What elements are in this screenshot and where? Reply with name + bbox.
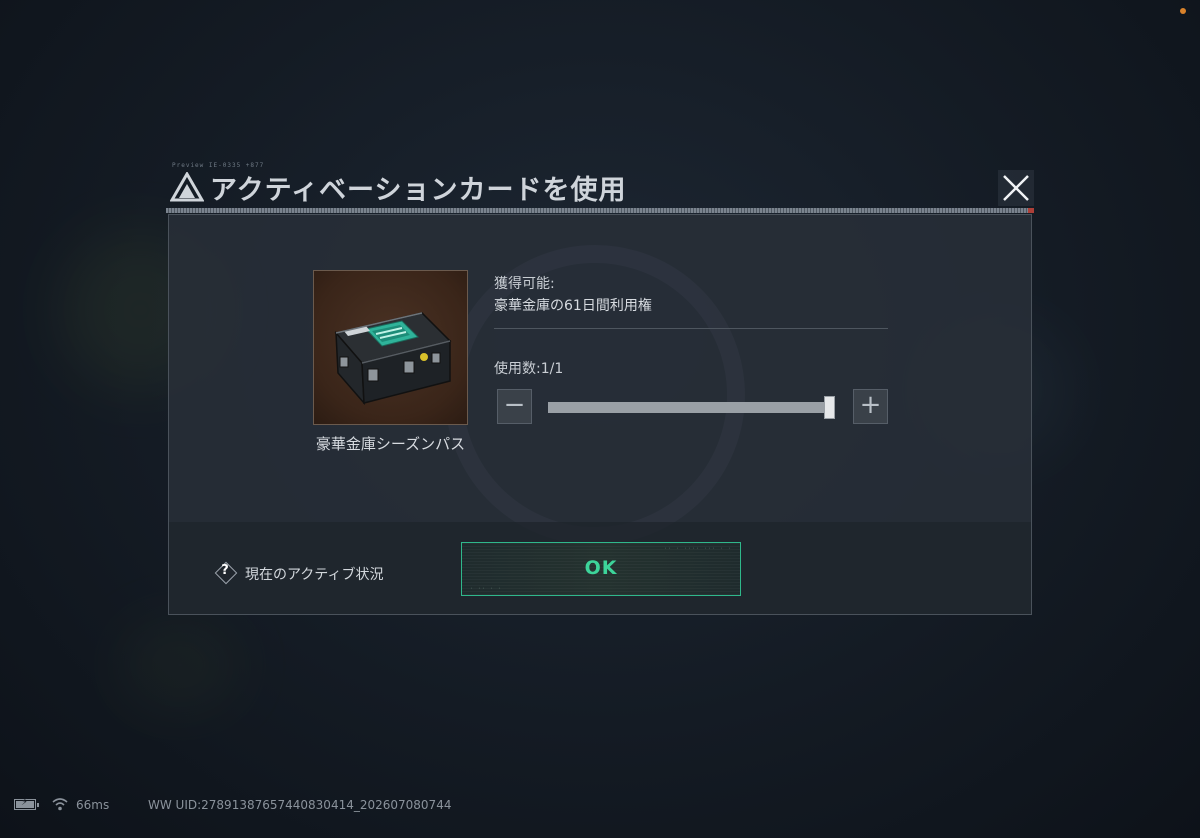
- logo-icon: [170, 172, 204, 202]
- obtainable-label: 獲得可能:: [494, 276, 555, 292]
- vault-case-icon: [334, 312, 452, 406]
- close-icon[interactable]: [998, 170, 1034, 206]
- info-divider: [494, 328, 888, 329]
- ping-readout: 66ms: [76, 798, 110, 812]
- background-glow: [120, 620, 240, 710]
- reward-text: 豪華金庫の61日間利用権: [494, 298, 652, 314]
- ok-tag: · ·· · ·: [470, 586, 503, 592]
- slider-thumb[interactable]: [824, 396, 835, 419]
- activation-dialog: 豪華金庫シーズンパス 獲得可能: 豪華金庫の61日間利用権 使用数:1/1 − …: [168, 214, 1032, 615]
- increase-button[interactable]: +: [853, 389, 888, 424]
- slider-fill: [548, 402, 830, 413]
- user-uid: WW UID:27891387657440830414_202607080744: [148, 798, 452, 812]
- dialog-title: アクティベーションカードを使用: [210, 175, 627, 206]
- background-emblem: [445, 245, 745, 545]
- usage-count-label: 使用数:1/1: [494, 361, 564, 377]
- battery-icon: ⚡: [14, 797, 39, 810]
- quantity-slider[interactable]: [548, 396, 835, 419]
- ok-label: OK: [584, 557, 618, 579]
- dialog-header: Preview IE-0335 +877 アクティベーションカードを使用: [166, 162, 1036, 212]
- help-text: 現在のアクティブ状況: [245, 567, 384, 583]
- item-image-frame: [313, 270, 468, 425]
- wifi-icon: [52, 798, 68, 811]
- title-divider: [166, 208, 1034, 213]
- ok-button[interactable]: ·· · ···· ··· · · · ·· · · OK: [461, 542, 741, 596]
- item-name: 豪華金庫シーズンパス: [315, 435, 466, 453]
- decrease-button[interactable]: −: [497, 389, 532, 424]
- notification-dot: [1180, 8, 1186, 14]
- ok-tag: ·· · ···· ··· · ·: [663, 546, 732, 552]
- help-icon: ?: [214, 561, 238, 585]
